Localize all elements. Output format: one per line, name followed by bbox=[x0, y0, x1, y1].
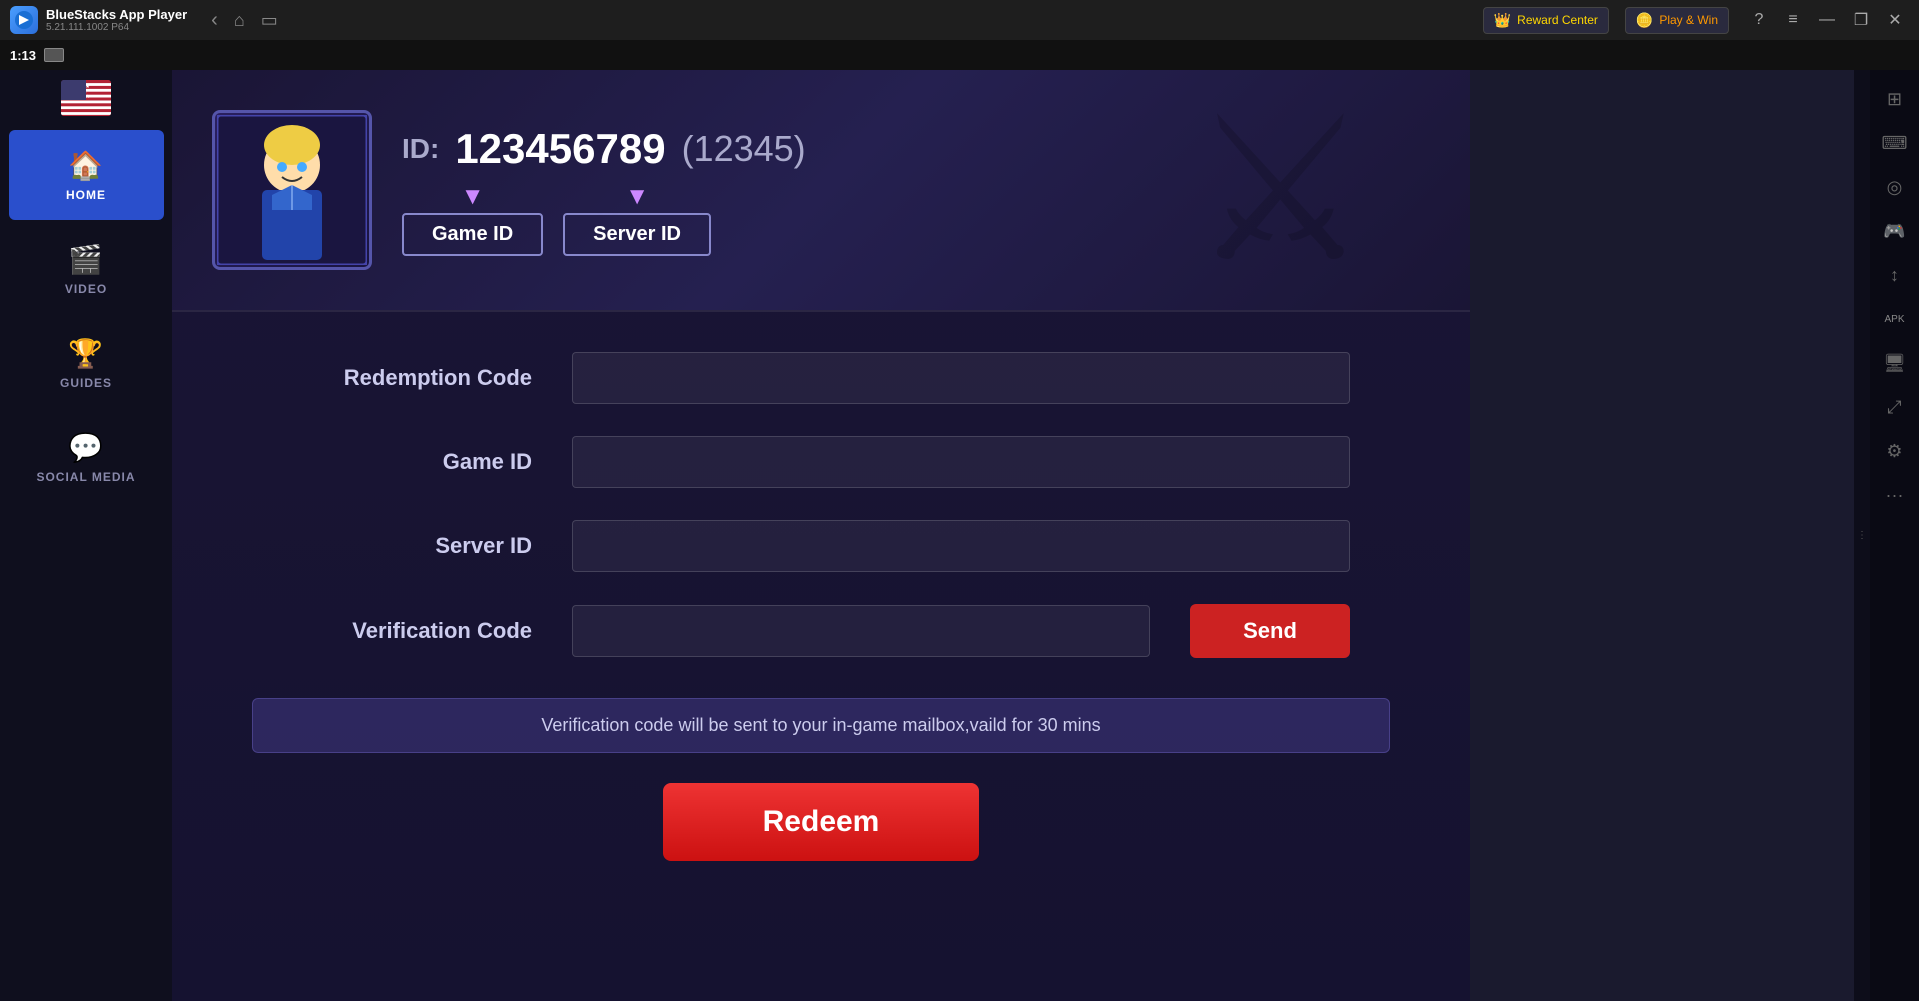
play-win-button[interactable]: 🪙 Play & Win bbox=[1625, 7, 1729, 34]
redemption-code-label: Redemption Code bbox=[292, 365, 532, 391]
background-art: ⚔ bbox=[1191, 70, 1370, 310]
expand-dots-icon: ⋮ bbox=[1857, 530, 1867, 541]
title-bar-nav: ‹ ⌂ ▭ bbox=[211, 9, 278, 32]
redeem-button[interactable]: Redeem bbox=[663, 783, 980, 861]
id-buttons: ▼ Game ID ▼ Server ID bbox=[402, 185, 806, 256]
game-content: ⚔ bbox=[172, 70, 1470, 1001]
server-id-button[interactable]: Server ID bbox=[563, 213, 711, 256]
server-id-arrow: ▼ bbox=[625, 185, 649, 209]
hero-header: ⚔ bbox=[172, 70, 1470, 310]
sidebar-social-label: SOCIAL MEDIA bbox=[36, 470, 135, 484]
social-icon: 💬 bbox=[68, 431, 104, 464]
sidebar-guides-label: GUIDES bbox=[60, 376, 112, 390]
sidebar-item-video[interactable]: 🎬 VIDEO bbox=[9, 224, 164, 314]
verification-code-input[interactable] bbox=[572, 605, 1150, 657]
game-id-row: Game ID bbox=[292, 436, 1350, 488]
verification-code-row: Verification Code Send bbox=[292, 604, 1350, 658]
game-id-button[interactable]: Game ID bbox=[402, 213, 543, 256]
right-sidebar: ⊞ ⌨ ◎ 🎮 ↕ APK 🖥 ⤢ ⚙ ··· bbox=[1870, 70, 1919, 1001]
help-button[interactable]: ? bbox=[1745, 6, 1773, 34]
title-bar-right: 👑 Reward Center 🪙 Play & Win ? ≡ — ❐ ✕ bbox=[1483, 6, 1909, 34]
sidebar: ★★★★★★ ★★★★★ ★★★★★★ 🏠 HOME 🎬 VIDEO 🏆 GUI… bbox=[0, 70, 172, 1001]
time-display: 1:13 bbox=[10, 48, 36, 63]
right-icon-gamepad[interactable]: 🎮 bbox=[1876, 212, 1914, 250]
redeem-wrapper: Redeem bbox=[172, 783, 1470, 861]
title-text: BlueStacks App Player 5.21.111.1002 P64 bbox=[46, 7, 187, 33]
sidebar-video-label: VIDEO bbox=[65, 282, 107, 296]
hero-info: ID: 123456789 (12345) ▼ Game ID ▼ Server… bbox=[402, 125, 806, 256]
close-button[interactable]: ✕ bbox=[1881, 6, 1909, 34]
right-icon-resize[interactable]: ↕ bbox=[1876, 256, 1914, 294]
server-id-wrapper: ▼ Server ID bbox=[563, 185, 711, 256]
home-nav-button[interactable]: ⌂ bbox=[234, 10, 245, 31]
back-button[interactable]: ‹ bbox=[211, 9, 218, 32]
redemption-code-row: Redemption Code bbox=[292, 352, 1350, 404]
coin-icon: 🪙 bbox=[1636, 12, 1653, 29]
history-button[interactable]: ▭ bbox=[261, 10, 278, 31]
expand-handle[interactable]: ⋮ bbox=[1854, 70, 1870, 1001]
language-flag[interactable]: ★★★★★★ ★★★★★ ★★★★★★ bbox=[61, 80, 111, 116]
server-id-form-label: Server ID bbox=[292, 533, 532, 559]
home-icon: 🏠 bbox=[68, 149, 104, 182]
right-icon-settings[interactable]: ⚙ bbox=[1876, 432, 1914, 470]
title-bar: BlueStacks App Player 5.21.111.1002 P64 … bbox=[0, 0, 1919, 40]
game-id-form-label: Game ID bbox=[292, 449, 532, 475]
reward-center-button[interactable]: 👑 Reward Center bbox=[1483, 7, 1609, 34]
right-icon-camera[interactable]: ◎ bbox=[1876, 168, 1914, 206]
server-id-input[interactable] bbox=[572, 520, 1350, 572]
sidebar-home-label: HOME bbox=[66, 188, 106, 202]
right-icon-grid[interactable]: ⊞ bbox=[1876, 80, 1914, 118]
id-display: ID: 123456789 (12345) bbox=[402, 125, 806, 173]
minimize-button[interactable]: — bbox=[1813, 6, 1841, 34]
trophy-icon: 🏆 bbox=[68, 337, 104, 370]
info-box: Verification code will be sent to your i… bbox=[252, 698, 1390, 753]
bluestacks-logo bbox=[10, 6, 38, 34]
menu-button[interactable]: ≡ bbox=[1779, 6, 1807, 34]
game-id-wrapper: ▼ Game ID bbox=[402, 185, 543, 256]
right-icon-scale[interactable]: ⤢ bbox=[1876, 388, 1914, 426]
right-icon-screenshot[interactable]: 🖥 bbox=[1876, 344, 1914, 382]
crown-icon: 👑 bbox=[1494, 12, 1511, 29]
info-text: Verification code will be sent to your i… bbox=[541, 715, 1100, 735]
form-section: Redemption Code Game ID Server ID Verifi… bbox=[172, 312, 1470, 698]
title-bar-left: BlueStacks App Player 5.21.111.1002 P64 … bbox=[10, 6, 278, 34]
server-id-row: Server ID bbox=[292, 520, 1350, 572]
verification-code-label: Verification Code bbox=[292, 618, 532, 644]
id-label: ID: bbox=[402, 133, 439, 165]
right-icon-more[interactable]: ··· bbox=[1876, 476, 1914, 514]
hero-avatar bbox=[212, 110, 372, 270]
window-controls: ? ≡ — ❐ ✕ bbox=[1745, 6, 1909, 34]
keyboard-icon bbox=[44, 48, 64, 62]
redemption-code-input[interactable] bbox=[572, 352, 1350, 404]
video-icon: 🎬 bbox=[68, 243, 104, 276]
send-button[interactable]: Send bbox=[1190, 604, 1350, 658]
server-id-number: (12345) bbox=[682, 128, 806, 170]
game-id-arrow: ▼ bbox=[461, 185, 485, 209]
sidebar-item-guides[interactable]: 🏆 GUIDES bbox=[9, 318, 164, 408]
game-id-input[interactable] bbox=[572, 436, 1350, 488]
right-icon-apk[interactable]: APK bbox=[1876, 300, 1914, 338]
svg-text:★★★★★★: ★★★★★★ bbox=[63, 94, 90, 100]
maximize-button[interactable]: ❐ bbox=[1847, 6, 1875, 34]
svg-text:★★★★★: ★★★★★ bbox=[65, 89, 88, 95]
sidebar-item-social[interactable]: 💬 SOCIAL MEDIA bbox=[9, 412, 164, 502]
right-icon-keyboard[interactable]: ⌨ bbox=[1876, 124, 1914, 162]
time-bar: 1:13 bbox=[0, 40, 1919, 70]
sidebar-item-home[interactable]: 🏠 HOME bbox=[9, 130, 164, 220]
player-id-number: 123456789 bbox=[455, 125, 665, 173]
